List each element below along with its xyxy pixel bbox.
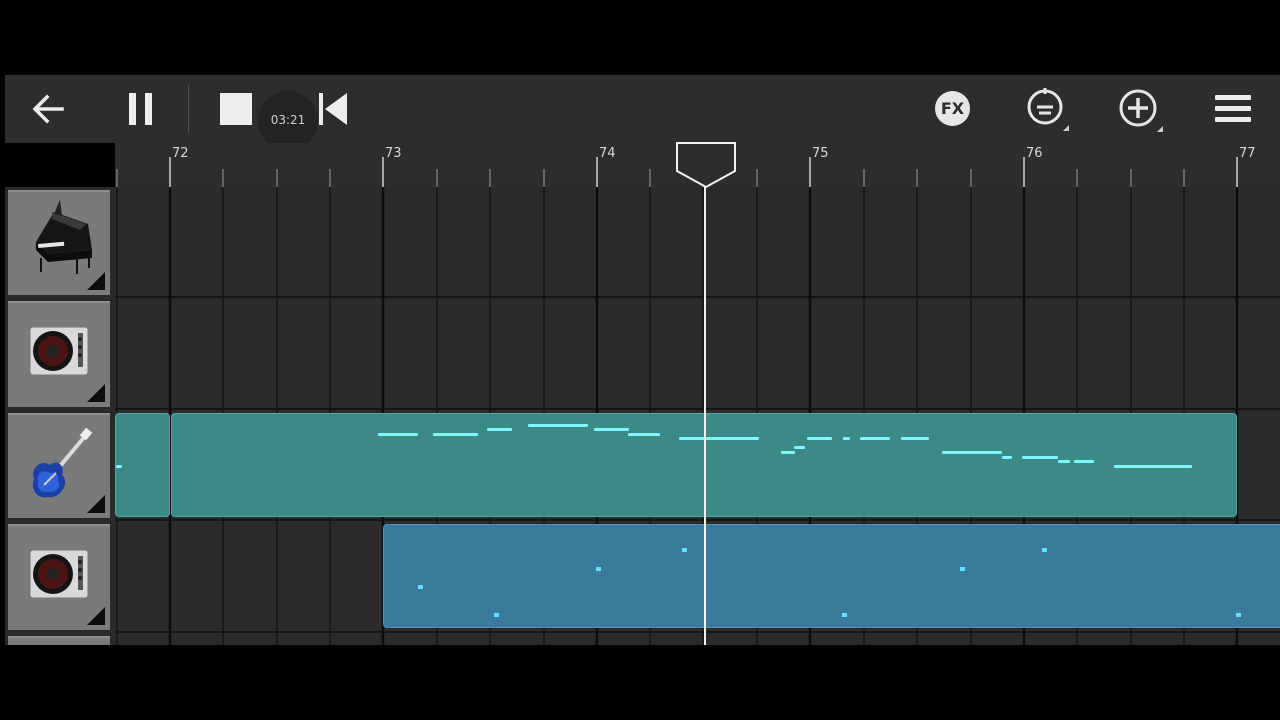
menu-button[interactable] [1213, 75, 1253, 143]
stop-button[interactable] [215, 75, 257, 143]
back-button[interactable] [25, 75, 71, 143]
note [418, 585, 423, 589]
playhead-handle[interactable] [675, 141, 737, 189]
bar-label-77: 77 [1239, 146, 1256, 161]
guitar-region-1[interactable] [115, 413, 170, 517]
track-grid[interactable] [5, 187, 1280, 645]
add-track-button[interactable] [1115, 75, 1165, 143]
rewind-button[interactable] [313, 75, 353, 143]
note [628, 433, 660, 436]
note [679, 437, 759, 440]
bar-label-75: 75 [812, 146, 829, 161]
bar-label-76: 76 [1026, 146, 1043, 161]
note [1114, 465, 1192, 468]
track-thumb-dj-1[interactable] [8, 301, 110, 407]
note [596, 567, 601, 571]
pause-button[interactable] [120, 75, 162, 143]
plus-circle-icon [1119, 89, 1163, 132]
note [1022, 456, 1058, 459]
note [433, 433, 478, 436]
toolbar-separator [188, 85, 189, 133]
fx-button[interactable]: FX [935, 91, 970, 126]
track-options-corner[interactable] [87, 272, 105, 290]
bar-label-72: 72 [172, 146, 189, 161]
note [494, 613, 499, 617]
note [860, 437, 890, 440]
note [682, 548, 687, 552]
note [116, 465, 122, 468]
tempo-button[interactable] [1023, 75, 1071, 143]
track-thumb-guitar[interactable] [8, 413, 110, 518]
ruler-corner [5, 143, 115, 187]
toolbar: 03:21 FX [5, 75, 1280, 151]
stop-icon [220, 93, 252, 125]
note [807, 437, 832, 440]
sequencer-app: 03:21 FX 72 73 74 75 76 77 [5, 75, 1280, 645]
bar-label-73: 73 [385, 146, 402, 161]
track-thumb-piano[interactable] [8, 190, 110, 295]
note [528, 424, 588, 427]
note [594, 428, 629, 431]
skip-to-start-icon [319, 93, 347, 125]
track-options-corner[interactable] [87, 384, 105, 402]
dj-region[interactable] [383, 524, 1280, 628]
arrow-left-icon [32, 94, 64, 124]
playback-time: 03:21 [270, 113, 306, 127]
note [1002, 456, 1012, 459]
fx-label: FX [940, 99, 965, 118]
note [781, 451, 795, 454]
playback-time-badge: 03:21 [258, 91, 318, 151]
bar-label-74: 74 [599, 146, 616, 161]
hamburger-menu-icon [1215, 95, 1251, 122]
note [842, 613, 847, 617]
track-thumb-dj-2[interactable] [8, 524, 110, 630]
note [1042, 548, 1047, 552]
track-options-corner[interactable] [87, 495, 105, 513]
pause-icon [129, 93, 152, 125]
note [794, 446, 805, 449]
metronome-dial-icon [1027, 88, 1069, 131]
note [942, 451, 1002, 454]
note [1074, 460, 1094, 463]
track-options-corner[interactable] [87, 607, 105, 625]
note [1058, 460, 1070, 463]
note [1236, 613, 1241, 617]
note [843, 437, 850, 440]
note [960, 567, 965, 571]
note [378, 433, 418, 436]
playhead-line [704, 187, 706, 645]
track-thumb-partial[interactable] [8, 636, 110, 645]
note [901, 437, 929, 440]
note [487, 428, 512, 431]
